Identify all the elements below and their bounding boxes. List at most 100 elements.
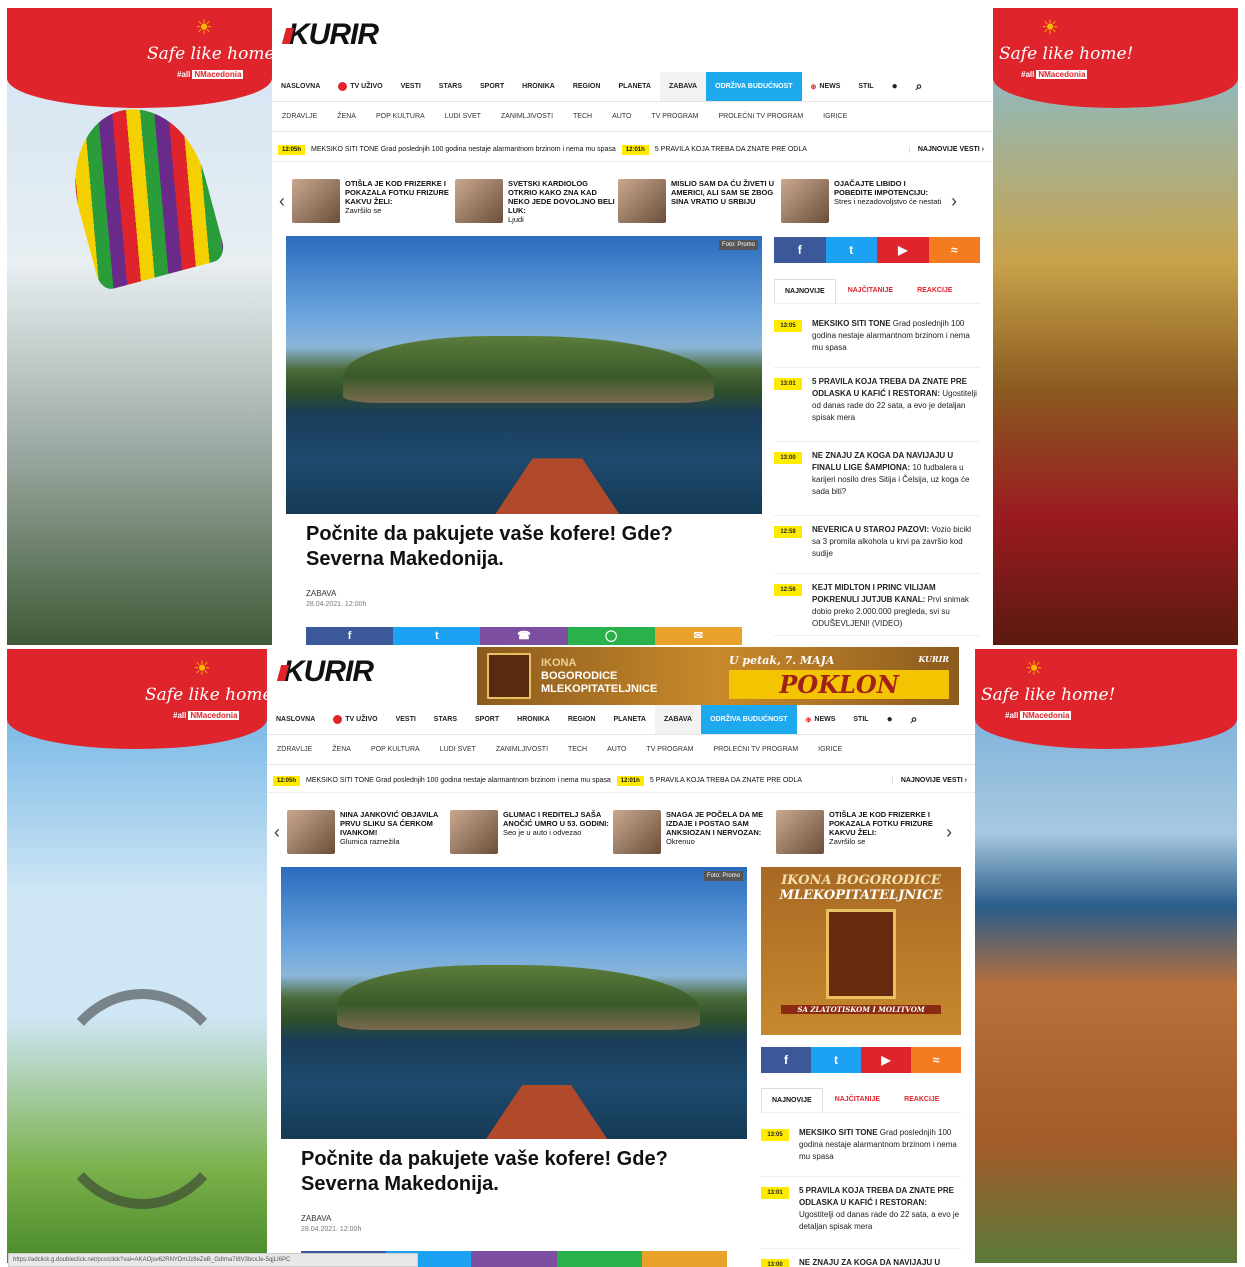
- subnav-auto[interactable]: AUTO: [597, 746, 636, 753]
- reco-card[interactable]: NINA JANKOVIĆ OBJAVILA PRVU SLIKU SA ĆER…: [287, 810, 450, 854]
- nav-stars[interactable]: STARS: [430, 72, 471, 101]
- subnav-zdravlje[interactable]: ZDRAVLJE: [272, 113, 327, 120]
- ticker-item[interactable]: MEKSIKO SITI TONE Grad poslednjih 100 go…: [306, 777, 611, 784]
- nav-news[interactable]: ⊕ NEWS: [802, 72, 850, 101]
- reco-card[interactable]: MISLIO SAM DA ĆU ŽIVETI U AMERICI, ALI S…: [618, 179, 781, 223]
- subnav-auto[interactable]: AUTO: [602, 113, 641, 120]
- feed-item[interactable]: 13:01 5 PRAVILA KOJA TREBA DA ZNATE PRE O…: [761, 1177, 961, 1249]
- subnav-zdravlje[interactable]: ZDRAVLJE: [267, 746, 322, 753]
- tab-reakcije[interactable]: REAKCIJE: [905, 287, 964, 294]
- reco-card[interactable]: OJAČAJTE LIBIDO I POBEDITE IMPOTENCIJU: S…: [781, 179, 944, 223]
- reco-card[interactable]: OTIŠLA JE KOD FRIZERKE I POKAZALA FOTKU …: [776, 810, 939, 854]
- icon-gift-banner[interactable]: IKONA BOGORODICE MLEKOPITATELJNICE U pet…: [477, 647, 959, 705]
- nav-zabava[interactable]: ZABAVA: [659, 72, 707, 101]
- youtube-icon[interactable]: ▶: [877, 237, 929, 263]
- whatsapp-share-icon[interactable]: ◯: [567, 627, 655, 645]
- nav-region[interactable]: REGION: [564, 72, 610, 101]
- youtube-icon[interactable]: ▶: [861, 1047, 911, 1073]
- hero-image-lake[interactable]: Foto: Promo: [286, 236, 762, 514]
- facebook-share-icon[interactable]: f: [306, 627, 394, 645]
- subnav-tv-program[interactable]: TV PROGRAM: [641, 113, 708, 120]
- search-icon[interactable]: ⌕: [902, 705, 927, 734]
- chevron-right-icon[interactable]: ›: [939, 822, 959, 843]
- subnav-ludi-svet[interactable]: LUDI SVET: [435, 113, 491, 120]
- tab-najcitanije[interactable]: NAJČITANIJE: [836, 287, 905, 294]
- nav-stil[interactable]: STIL: [844, 705, 877, 734]
- user-icon[interactable]: ●: [883, 72, 907, 101]
- article-headline[interactable]: Počnite da pakujete vaše kofere! Gde? Se…: [293, 1139, 735, 1205]
- subnav-zanimljivosti[interactable]: ZANIMLJIVOSTI: [491, 113, 563, 120]
- feed-item[interactable]: 13:05 MEKSIKO SITI TONE Grad poslednjih 1…: [761, 1119, 961, 1177]
- article-category[interactable]: ZABAVA: [306, 589, 336, 598]
- subnav-tech[interactable]: TECH: [558, 746, 597, 753]
- email-share-icon[interactable]: ✉: [654, 627, 743, 645]
- reco-card[interactable]: GLUMAC I REDITELJ SAŠA ANOČIĆ UMRO U 53.…: [450, 810, 613, 854]
- rss-icon[interactable]: ≈: [928, 237, 980, 263]
- article-headline[interactable]: Počnite da pakujete vaše kofere! Gde? Se…: [298, 514, 748, 580]
- left-ad-cyclist[interactable]: ☀ Safe like home! #all NMacedonia: [7, 649, 267, 1263]
- subnav-ludi-svet[interactable]: LUDI SVET: [430, 746, 486, 753]
- nav-naslovna[interactable]: NASLOVNA: [272, 72, 329, 101]
- nav-planeta[interactable]: PLANETA: [604, 705, 655, 734]
- whatsapp-share-icon[interactable]: [556, 1251, 642, 1267]
- nav-zabava[interactable]: ZABAVA: [654, 705, 702, 734]
- nav-sport[interactable]: SPORT: [471, 72, 513, 101]
- subnav-tv-program[interactable]: TV PROGRAM: [636, 746, 703, 753]
- chevron-right-icon[interactable]: ›: [944, 191, 964, 212]
- ticker-item[interactable]: MEKSIKO SITI TONE Grad poslednjih 100 go…: [311, 146, 616, 153]
- feed-item[interactable]: 13:00NE ZNAJU ZA KOGA DA NAVIJAJU U FINA…: [761, 1249, 961, 1267]
- site-logo[interactable]: KURIR: [283, 655, 374, 689]
- left-ad-paraglider[interactable]: ☀ Safe like home! #all NMacedonia: [7, 8, 272, 645]
- nav-region[interactable]: REGION: [559, 705, 605, 734]
- nav-sport[interactable]: SPORT: [466, 705, 508, 734]
- feed-item[interactable]: 12:56 KEJT MIDLTON I PRINC VILIJAM POKREN…: [774, 574, 980, 636]
- nav-tv-uzivo[interactable]: TV UŽIVO: [324, 705, 386, 734]
- right-ad-wine[interactable]: ☀ Safe like home! #all NMacedonia: [993, 8, 1238, 645]
- nav-hronika[interactable]: HRONIKA: [508, 705, 559, 734]
- tab-reakcije[interactable]: REAKCIJE: [892, 1096, 951, 1103]
- icon-side-ad[interactable]: IKONA BOGORODICE MLEKOPITATELJNICE SA ZL…: [761, 867, 961, 1035]
- nav-stil[interactable]: STIL: [849, 72, 882, 101]
- feed-item[interactable]: 13:00NE ZNAJU ZA KOGA DA NAVIJAJU U FINA…: [774, 442, 980, 516]
- twitter-icon[interactable]: t: [825, 237, 877, 263]
- viber-share-icon[interactable]: [471, 1251, 557, 1267]
- ticker-item[interactable]: 5 PRAVILA KOJA TREBA DA ZNATE PRE ODLA: [655, 146, 807, 153]
- twitter-share-icon[interactable]: t: [393, 627, 481, 645]
- facebook-icon[interactable]: f: [774, 237, 826, 263]
- reco-card[interactable]: SVETSKI KARDIOLOG OTKRIO KAKO ZNA KAD NE…: [455, 178, 618, 224]
- tab-najcitanije[interactable]: NAJČITANIJE: [823, 1096, 892, 1103]
- subnav-igrice[interactable]: IGRICE: [813, 113, 857, 120]
- subnav-tech[interactable]: TECH: [563, 113, 602, 120]
- ticker-item[interactable]: 5 PRAVILA KOJA TREBA DA ZNATE PRE ODLA: [650, 777, 802, 784]
- nav-hronika[interactable]: HRONIKA: [513, 72, 564, 101]
- user-icon[interactable]: ●: [878, 705, 902, 734]
- feed-item[interactable]: 13:01 5 PRAVILA KOJA TREBA DA ZNATE PRE O…: [774, 368, 980, 442]
- subnav-zanimljivosti[interactable]: ZANIMLJIVOSTI: [486, 746, 558, 753]
- latest-news-link[interactable]: NAJNOVIJE VESTI ›: [891, 777, 975, 784]
- nav-odrziva-buducnost[interactable]: ODRŽIVA BUDUĆNOST: [701, 705, 797, 734]
- reco-card[interactable]: OTIŠLA JE KOD FRIZERKE I POKAZALA FOTKU …: [292, 179, 455, 223]
- subnav-prolecni-tv-program[interactable]: PROLEĆNI TV PROGRAM: [708, 113, 813, 120]
- feed-item[interactable]: 13:05 MEKSIKO SITI TONE Grad poslednjih 1…: [774, 310, 980, 368]
- subnav-pop-kultura[interactable]: POP KULTURA: [366, 113, 435, 120]
- search-icon[interactable]: ⌕: [907, 72, 932, 101]
- nav-vesti[interactable]: VESTI: [387, 705, 425, 734]
- nav-vesti[interactable]: VESTI: [392, 72, 430, 101]
- twitter-icon[interactable]: t: [811, 1047, 861, 1073]
- facebook-icon[interactable]: f: [761, 1047, 811, 1073]
- hero-image-lake[interactable]: Foto: Promo: [281, 867, 747, 1139]
- site-logo[interactable]: KURIR: [288, 18, 379, 52]
- nav-naslovna[interactable]: NASLOVNA: [267, 705, 324, 734]
- article-category[interactable]: ZABAVA: [301, 1214, 331, 1223]
- tab-najnovije[interactable]: NAJNOVIJE: [761, 1087, 823, 1112]
- subnav-zena[interactable]: ŽENA: [327, 113, 366, 120]
- reco-card[interactable]: SNAGA JE POČELA DA ME IZDAJE I POSTAO SA…: [613, 810, 776, 854]
- feed-item[interactable]: 12:58 NEVERICA U STAROJ PAZOVI: Vozio bic…: [774, 516, 980, 574]
- chevron-left-icon[interactable]: ‹: [267, 822, 287, 843]
- nav-news[interactable]: ⊕ NEWS: [797, 705, 845, 734]
- nav-stars[interactable]: STARS: [425, 705, 466, 734]
- subnav-prolecni-tv-program[interactable]: PROLEĆNI TV PROGRAM: [703, 746, 808, 753]
- chevron-left-icon[interactable]: ‹: [272, 191, 292, 212]
- nav-odrziva-buducnost[interactable]: ODRŽIVA BUDUĆNOST: [706, 72, 802, 101]
- rss-icon[interactable]: ≈: [911, 1047, 961, 1073]
